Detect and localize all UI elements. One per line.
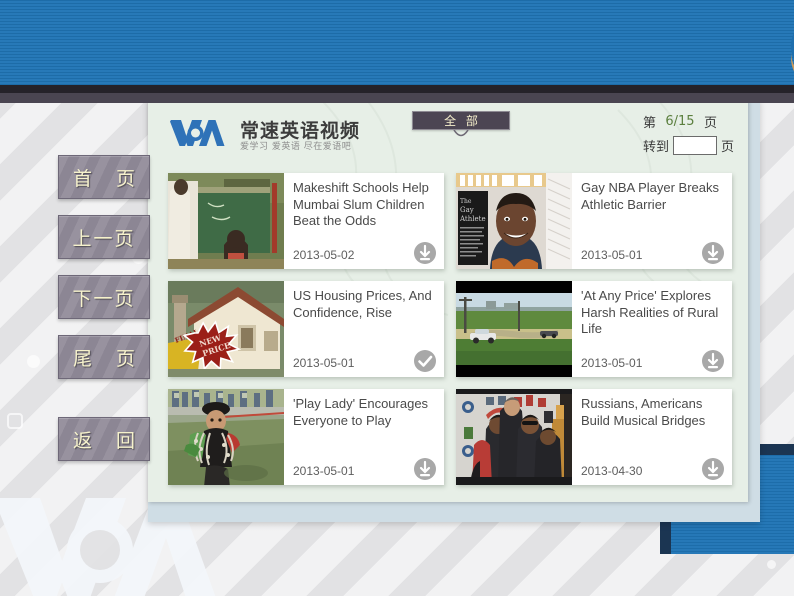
content-panel-frame: 常速英语视频 爱学习 爱英语 尽在爱语吧 全 部 第 6/15 页 转到 页 M…: [148, 100, 760, 522]
sidebar-item-back[interactable]: 返 回: [58, 417, 150, 461]
download-icon[interactable]: [702, 350, 724, 372]
house-new-price-sign-thumb: FINAL NEW PRICE: [168, 281, 284, 377]
video-card[interactable]: 'Play Lady' Encourages Everyone to Play …: [168, 389, 444, 485]
video-thumbnail[interactable]: FINAL NEW PRICE: [168, 281, 284, 377]
video-card[interactable]: Russians, Americans Build Musical Bridge…: [456, 389, 732, 485]
pager-suffix-label: 页: [703, 115, 717, 131]
download-icon[interactable]: [702, 242, 724, 264]
classroom-blackboard-mumbai-thumb: [168, 173, 284, 269]
video-card-grid: Makeshift Schools Help Mumbai Slum Child…: [168, 173, 732, 485]
sidebar-item-first-page[interactable]: 首 页: [58, 155, 150, 199]
svg-text:Athlete: Athlete: [459, 215, 486, 223]
video-card-body: 'At Any Price' Explores Harsh Realities …: [572, 281, 732, 377]
video-card-body: US Housing Prices, And Confidence, Rise …: [284, 281, 444, 377]
video-date: 2013-05-02: [293, 248, 355, 262]
video-card[interactable]: 'At Any Price' Explores Harsh Realities …: [456, 281, 732, 377]
panel-subtitle: 爱学习 爱英语 尽在爱语吧: [240, 142, 352, 152]
pager-prefix-label: 第: [642, 115, 656, 131]
video-thumbnail[interactable]: The Gay Athlete: [456, 173, 572, 269]
video-card[interactable]: The Gay Athlete Gay NBA Player Breaks At…: [456, 173, 732, 269]
sidebar-item-next-page[interactable]: 下一页: [58, 275, 150, 319]
video-title: Russians, Americans Build Musical Bridge…: [581, 396, 706, 428]
pager: 第 6/15 页 转到 页: [643, 110, 734, 156]
page-number-input[interactable]: [672, 135, 717, 155]
pager-current-row: 第 6/15 页: [643, 110, 734, 132]
video-date: 2013-05-01: [293, 464, 355, 478]
video-card-body: Makeshift Schools Help Mumbai Slum Child…: [284, 173, 444, 269]
pager-goto-suffix-label: 页: [720, 139, 734, 155]
svg-text:Gay: Gay: [460, 206, 474, 214]
video-thumbnail[interactable]: [456, 389, 572, 485]
download-icon[interactable]: [414, 458, 436, 480]
video-title: 'Play Lady' Encourages Everyone to Play: [293, 396, 429, 428]
background-decor-dot: [27, 355, 40, 368]
voa-logo: [170, 120, 225, 146]
video-date: 2013-05-01: [581, 356, 643, 370]
video-title: US Housing Prices, And Confidence, Rise: [293, 288, 432, 320]
svg-text:The: The: [460, 198, 472, 205]
video-thumbnail[interactable]: [456, 281, 572, 377]
background-decor-hex: [7, 413, 23, 429]
pager-current-value: 6/15: [665, 113, 695, 129]
sidebar-item-prev-page[interactable]: 上一页: [58, 215, 150, 259]
magazine-cover-athlete-thumb: The Gay Athlete: [456, 173, 572, 269]
video-thumbnail[interactable]: [168, 389, 284, 485]
sidebar-item-last-page[interactable]: 尾 页: [58, 335, 150, 379]
video-card[interactable]: Makeshift Schools Help Mumbai Slum Child…: [168, 173, 444, 269]
video-title: Makeshift Schools Help Mumbai Slum Child…: [293, 180, 429, 228]
download-icon[interactable]: [702, 458, 724, 480]
video-card-body: 'Play Lady' Encourages Everyone to Play …: [284, 389, 444, 485]
video-date: 2013-04-30: [581, 464, 643, 478]
child-playing-outdoors-thumb: [168, 389, 284, 485]
pager-goto-label: 转到: [642, 139, 669, 155]
rural-field-car-thumb: [456, 281, 572, 377]
video-card[interactable]: FINAL NEW PRICE US Housing Prices, And C…: [168, 281, 444, 377]
video-date: 2013-05-01: [293, 356, 355, 370]
download-icon[interactable]: [414, 242, 436, 264]
pager-goto-row: 转到 页: [643, 134, 734, 156]
video-title: 'At Any Price' Explores Harsh Realities …: [581, 288, 719, 336]
video-thumbnail[interactable]: [168, 173, 284, 269]
header-purple-band: [0, 93, 794, 103]
content-panel: 常速英语视频 爱学习 爱英语 尽在爱语吧 全 部 第 6/15 页 转到 页 M…: [148, 100, 748, 502]
header-dark-band: [0, 85, 794, 93]
video-card-body: Gay NBA Player Breaks Athletic Barrier 2…: [572, 173, 732, 269]
sidebar-navigation: 首 页 上一页 下一页 尾 页 返 回: [58, 155, 150, 477]
top-header-bar: [0, 0, 794, 85]
category-filter-button[interactable]: 全 部: [412, 111, 510, 130]
video-card-body: Russians, Americans Build Musical Bridge…: [572, 389, 732, 485]
downloaded-check-icon[interactable]: [414, 350, 436, 372]
video-title: Gay NBA Player Breaks Athletic Barrier: [581, 180, 719, 212]
video-date: 2013-05-01: [581, 248, 643, 262]
background-decor-dot: [767, 560, 776, 569]
chevron-down-icon: [453, 130, 469, 137]
musicians-group-photo-thumb: [456, 389, 572, 485]
